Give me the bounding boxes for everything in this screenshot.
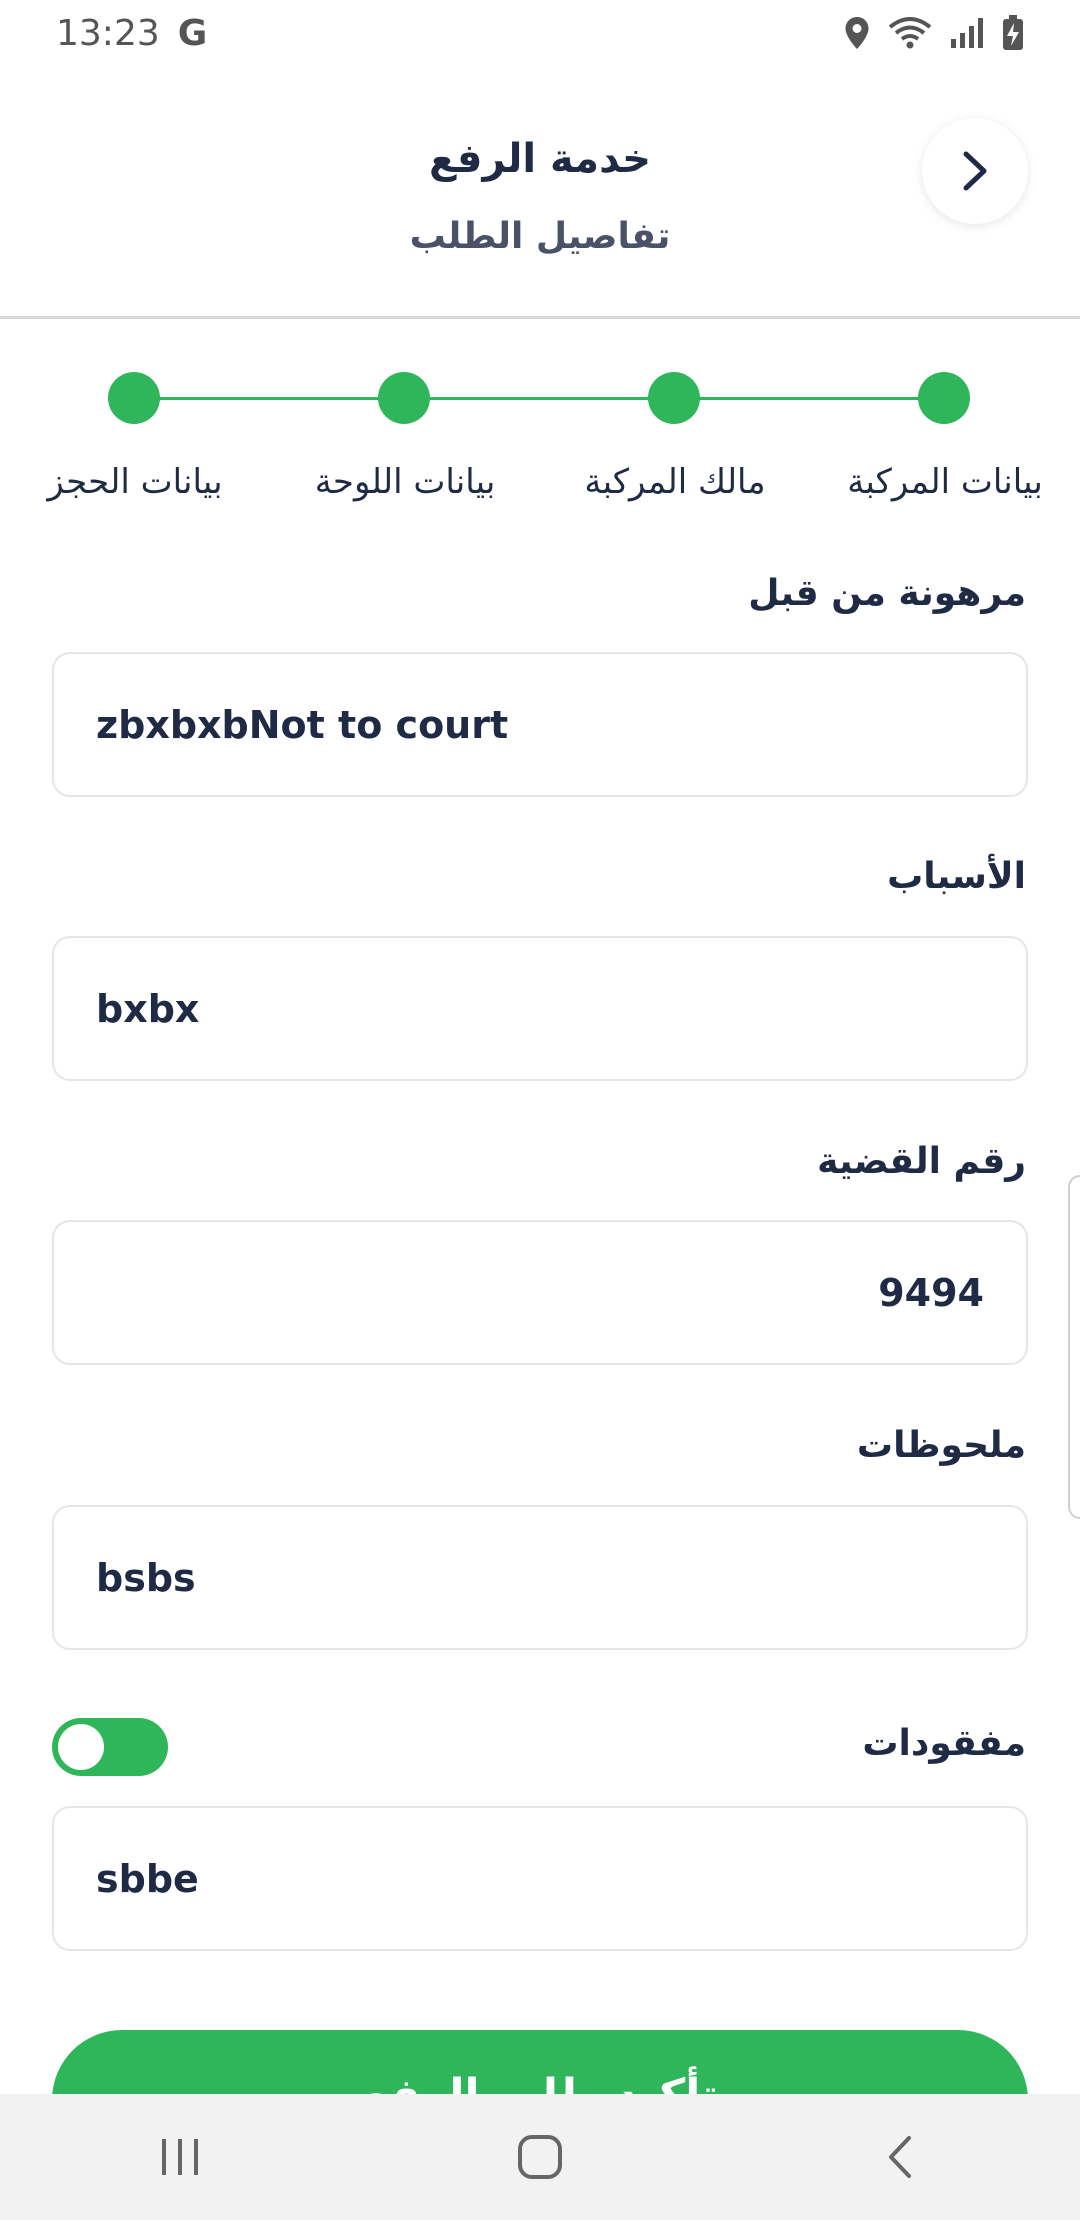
header: خدمة الرفع تفاصيل الطلب (0, 66, 1080, 318)
wifi-icon (888, 17, 932, 49)
toggle-knob (58, 1724, 104, 1770)
chevron-left-icon (889, 2136, 911, 2178)
home-icon (518, 2135, 562, 2179)
page-title: خدمة الرفع (428, 136, 651, 182)
step-label-plate-data: بيانات اللوحة (314, 462, 496, 502)
recent-apps-icon (162, 2139, 198, 2175)
header-divider (0, 316, 1080, 319)
back-button[interactable] (922, 118, 1028, 224)
step-label-booking-data: بيانات الحجز (47, 462, 223, 502)
notes-label: ملحوظات (856, 1425, 1026, 1466)
status-left: 13:23 G (56, 13, 207, 54)
case-number-value: 9494 (878, 1270, 984, 1315)
step-label-vehicle-owner: مالك المركبة (584, 462, 766, 502)
chevron-right-icon (963, 151, 987, 191)
home-button[interactable] (480, 2117, 600, 2197)
lost-items-label: مفقودات (862, 1723, 1026, 1764)
step-dot-plate-data (378, 372, 430, 424)
status-icons (844, 15, 1024, 51)
reasons-field[interactable]: bxbx (52, 936, 1028, 1081)
mortgaged-label: مرهونة من قبل (748, 573, 1026, 614)
lost-items-toggle[interactable] (52, 1718, 168, 1776)
battery-charging-icon (1003, 15, 1023, 50)
case-number-field[interactable]: 9494 (52, 1220, 1028, 1365)
reasons-value: bxbx (96, 986, 200, 1031)
mortgaged-field[interactable]: zbxbxbNot to court (52, 652, 1028, 797)
case-number-label: رقم القضية (817, 1141, 1026, 1182)
notes-value: bsbs (96, 1555, 196, 1600)
mortgaged-value: zbxbxbNot to court (96, 702, 509, 747)
scroll-indicator[interactable] (1068, 1175, 1080, 1519)
signal-icon (951, 18, 983, 48)
lost-items-value: sbbe (96, 1856, 199, 1901)
page-subtitle: تفاصيل الطلب (409, 216, 671, 257)
lost-items-field[interactable]: sbbe (52, 1806, 1028, 1951)
status-time: 13:23 (56, 12, 160, 54)
status-bar: 13:23 G (0, 0, 1080, 66)
system-nav-bar (0, 2094, 1080, 2220)
step-dot-booking-data (108, 372, 160, 424)
step-dot-vehicle-owner (648, 372, 700, 424)
step-label-vehicle-data: بيانات المركبة (847, 462, 1043, 502)
progress-stepper: بيانات المركبة مالك المركبة بيانات اللوح… (0, 340, 1080, 520)
system-back-button[interactable] (840, 2117, 960, 2197)
location-icon (845, 17, 869, 49)
google-icon: G (177, 12, 208, 54)
reasons-label: الأسباب (887, 856, 1026, 897)
stepper-line (135, 397, 945, 400)
notes-field[interactable]: bsbs (52, 1505, 1028, 1650)
step-dot-vehicle-data (918, 372, 970, 424)
recent-apps-button[interactable] (120, 2117, 240, 2197)
